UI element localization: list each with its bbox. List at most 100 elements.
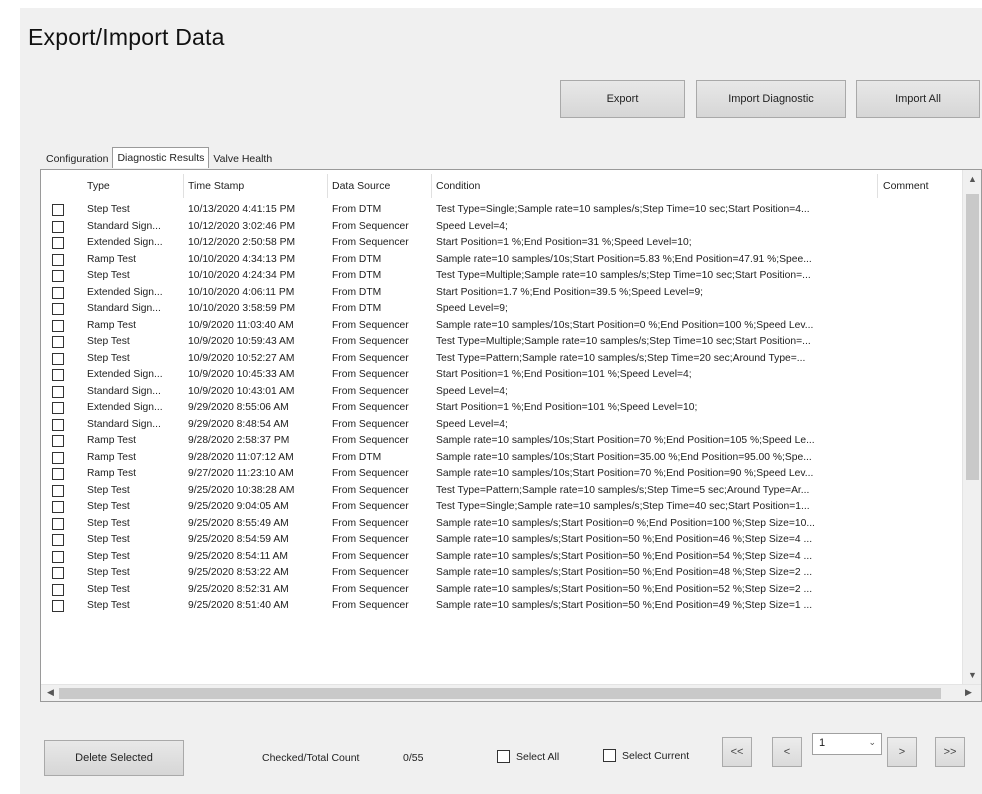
previous-page-button[interactable]: <: [772, 737, 802, 767]
table-row[interactable]: Extended Sign... 10/9/2020 10:45:33 AM Fro…: [41, 367, 961, 384]
table-row[interactable]: Step Test 10/9/2020 10:52:27 AM From Seque…: [41, 351, 961, 368]
cell-time-stamp: 10/10/2020 4:06:11 PM: [188, 286, 295, 298]
cell-data-source: From DTM: [332, 253, 382, 265]
table-row[interactable]: Step Test 10/13/2020 4:41:15 PM From DTM Te…: [41, 202, 961, 219]
cell-condition: Speed Level=4;: [436, 385, 508, 397]
column-header-time-stamp[interactable]: Time Stamp: [188, 180, 244, 192]
table-row[interactable]: Ramp Test 9/27/2020 11:23:10 AM From Seque…: [41, 466, 961, 483]
cell-time-stamp: 10/9/2020 11:03:40 AM: [188, 319, 294, 331]
row-checkbox[interactable]: [52, 484, 64, 497]
export-button[interactable]: Export: [560, 80, 685, 118]
cell-condition: Test Type=Single;Sample rate=10 samples/…: [436, 204, 810, 215]
cell-type: Step Test: [87, 600, 130, 611]
cell-condition: Sample rate=10 samples/10s;Start Positio…: [436, 468, 814, 479]
tab-configuration[interactable]: Configuration: [42, 150, 112, 168]
tab-diagnostic-results[interactable]: Diagnostic Results: [112, 147, 210, 168]
table-row[interactable]: Step Test 9/25/2020 8:53:22 AM From Sequen…: [41, 565, 961, 582]
table-row[interactable]: Step Test 10/9/2020 10:59:43 AM From Seque…: [41, 334, 961, 351]
table-row[interactable]: Step Test 9/25/2020 8:54:59 AM From Sequen…: [41, 532, 961, 549]
column-header-data-source[interactable]: Data Source: [332, 180, 390, 192]
select-current-label[interactable]: Select Current: [622, 750, 689, 762]
table-row[interactable]: Standard Sign... 10/10/2020 3:58:59 PM Fro…: [41, 301, 961, 318]
horizontal-scrollbar[interactable]: ◀ ▶: [41, 684, 981, 701]
next-page-button[interactable]: >: [887, 737, 917, 767]
row-checkbox[interactable]: [52, 402, 64, 414]
row-checkbox[interactable]: [52, 435, 64, 447]
table-row[interactable]: Step Test 9/25/2020 8:55:49 AM From Sequen…: [41, 516, 961, 533]
table-row[interactable]: Step Test 9/25/2020 8:52:31 AM From Sequen…: [41, 582, 961, 599]
table-row[interactable]: Step Test 9/25/2020 10:38:28 AM From Seque…: [41, 483, 961, 500]
table-row[interactable]: Step Test 9/25/2020 9:04:05 AM From Sequen…: [41, 499, 961, 516]
scroll-down-icon[interactable]: ▼: [963, 670, 981, 680]
last-page-button[interactable]: >>: [935, 737, 965, 767]
cell-data-source: From Sequencer: [332, 534, 409, 545]
tab-valve-health[interactable]: Valve Health: [209, 150, 276, 168]
cell-type: Standard Sign...: [87, 385, 161, 397]
cell-condition: Start Position=1.7 %;End Position=39.5 %…: [436, 286, 704, 298]
select-current-checkbox[interactable]: [603, 749, 616, 762]
table-row[interactable]: Extended Sign... 9/29/2020 8:55:06 AM From…: [41, 400, 961, 417]
cell-data-source: From Sequencer: [332, 418, 409, 430]
cell-type: Standard Sign...: [87, 303, 161, 314]
row-checkbox[interactable]: [52, 451, 64, 464]
row-checkbox[interactable]: [52, 550, 64, 563]
cell-data-source: From Sequencer: [332, 600, 409, 611]
row-checkbox[interactable]: [52, 286, 64, 299]
row-checkbox[interactable]: [52, 303, 64, 315]
row-checkbox[interactable]: [52, 468, 64, 480]
table-row[interactable]: Ramp Test 9/28/2020 11:07:12 AM From DTM Sa…: [41, 450, 961, 467]
column-header-comment[interactable]: Comment: [883, 180, 929, 192]
table-row[interactable]: Ramp Test 10/10/2020 4:34:13 PM From DTM Sa…: [41, 252, 961, 269]
cell-type: Step Test: [87, 484, 130, 496]
cell-condition: Sample rate=10 samples/10s;Start Positio…: [436, 319, 814, 331]
select-all-checkbox[interactable]: [497, 750, 510, 763]
row-checkbox[interactable]: [52, 352, 64, 365]
row-checkbox[interactable]: [52, 583, 64, 596]
table-row[interactable]: Ramp Test 9/28/2020 2:58:37 PM From Sequen…: [41, 433, 961, 450]
column-header-type[interactable]: Type: [87, 180, 110, 192]
table-body: Step Test 10/13/2020 4:41:15 PM From DTM Te…: [41, 202, 961, 615]
cell-time-stamp: 10/10/2020 4:24:34 PM: [188, 270, 296, 281]
row-checkbox[interactable]: [52, 369, 64, 381]
scroll-up-icon[interactable]: ▲: [963, 174, 981, 184]
row-checkbox[interactable]: [52, 237, 64, 249]
table-row[interactable]: Step Test 9/25/2020 8:51:40 AM From Sequen…: [41, 598, 961, 615]
row-checkbox[interactable]: [52, 204, 64, 216]
column-header-condition[interactable]: Condition: [436, 180, 480, 192]
table-row[interactable]: Standard Sign... 9/29/2020 8:48:54 AM From…: [41, 417, 961, 434]
table-row[interactable]: Ramp Test 10/9/2020 11:03:40 AM From Seque…: [41, 318, 961, 335]
vertical-scroll-thumb[interactable]: [966, 194, 979, 480]
scroll-right-icon[interactable]: ▶: [959, 687, 978, 698]
delete-selected-button[interactable]: Delete Selected: [44, 740, 184, 776]
cell-data-source: From Sequencer: [332, 501, 409, 512]
table-row[interactable]: Step Test 10/10/2020 4:24:34 PM From DTM Te…: [41, 268, 961, 285]
first-page-button[interactable]: <<: [722, 737, 752, 767]
table-row[interactable]: Extended Sign... 10/12/2020 2:50:58 PM Fro…: [41, 235, 961, 252]
row-checkbox[interactable]: [52, 385, 64, 398]
row-checkbox[interactable]: [52, 220, 64, 233]
import-diagnostic-button[interactable]: Import Diagnostic: [696, 80, 846, 118]
row-checkbox[interactable]: [52, 567, 64, 579]
row-checkbox[interactable]: [52, 270, 64, 282]
table-row[interactable]: Step Test 9/25/2020 8:54:11 AM From Sequen…: [41, 549, 961, 566]
table-row[interactable]: Standard Sign... 10/9/2020 10:43:01 AM Fro…: [41, 384, 961, 401]
row-checkbox[interactable]: [52, 418, 64, 431]
vertical-scrollbar[interactable]: ▲ ▼: [962, 170, 981, 685]
table-row[interactable]: Extended Sign... 10/10/2020 4:06:11 PM Fro…: [41, 285, 961, 302]
row-checkbox[interactable]: [52, 600, 64, 612]
row-checkbox[interactable]: [52, 336, 64, 348]
cell-condition: Sample rate=10 samples/s;Start Position=…: [436, 583, 813, 595]
cell-time-stamp: 9/28/2020 11:07:12 AM: [188, 451, 294, 463]
scroll-left-icon[interactable]: ◀: [41, 687, 60, 698]
row-checkbox[interactable]: [52, 534, 64, 546]
row-checkbox[interactable]: [52, 517, 64, 530]
row-checkbox[interactable]: [52, 501, 64, 513]
cell-data-source: From Sequencer: [332, 369, 409, 380]
select-all-label[interactable]: Select All: [516, 751, 559, 763]
page-select[interactable]: 1 ⌄: [812, 733, 882, 755]
row-checkbox[interactable]: [52, 253, 64, 266]
horizontal-scroll-thumb[interactable]: [59, 688, 941, 699]
import-all-button[interactable]: Import All: [856, 80, 980, 118]
table-row[interactable]: Standard Sign... 10/12/2020 3:02:46 PM Fro…: [41, 219, 961, 236]
row-checkbox[interactable]: [52, 319, 64, 332]
